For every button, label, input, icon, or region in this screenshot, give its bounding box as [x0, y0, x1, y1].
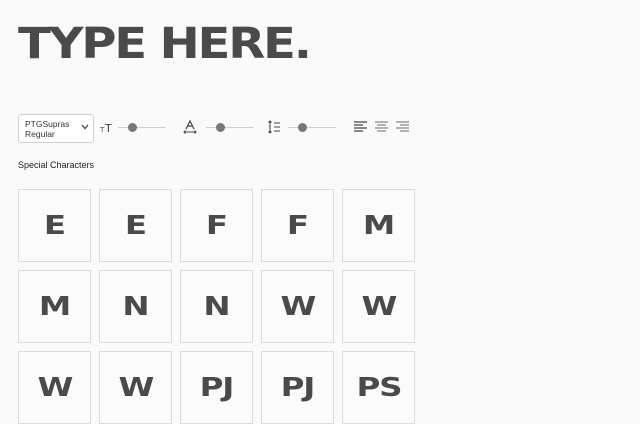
font-size-slider[interactable] [118, 123, 166, 132]
glyph-cell[interactable]: W [18, 351, 91, 424]
svg-text:T: T [104, 122, 112, 134]
glyph-character: PS [356, 372, 402, 403]
glyph-cell[interactable]: M [18, 270, 91, 343]
glyph-character: F [287, 210, 309, 241]
glyph-cell[interactable]: E [18, 189, 91, 262]
align-right-icon[interactable] [396, 121, 409, 133]
line-height-slider-handle[interactable] [297, 123, 307, 132]
glyph-character: M [362, 210, 395, 241]
font-select[interactable]: PTGSupras Regular [18, 114, 94, 143]
glyph-character: W [280, 291, 316, 322]
glyph-character: W [37, 372, 73, 403]
glyph-cell[interactable]: W [342, 270, 415, 343]
text-size-icon: T T [100, 122, 112, 134]
glyph-character: W [361, 291, 397, 322]
glyph-cell[interactable]: N [180, 270, 253, 343]
preview-text[interactable]: TYPE HERE. [18, 18, 312, 70]
align-left-icon[interactable] [354, 121, 367, 133]
letter-spacing-slider[interactable] [206, 123, 254, 132]
glyph-character: N [203, 291, 231, 322]
glyph-character: N [122, 291, 150, 322]
glyph-cell[interactable]: PS [342, 351, 415, 424]
font-size-slider-handle[interactable] [127, 123, 137, 132]
glyph-character: PJ [199, 372, 235, 403]
glyph-character: M [38, 291, 71, 322]
letter-spacing-icon [183, 120, 197, 134]
line-height-icon [268, 120, 280, 134]
glyph-character: E [44, 210, 66, 241]
glyph-character: E [125, 210, 147, 241]
glyph-cell[interactable]: N [99, 270, 172, 343]
glyph-character: PJ [280, 372, 316, 403]
glyph-cell[interactable]: PJ [261, 351, 334, 424]
glyph-character: W [118, 372, 154, 403]
glyph-cell[interactable]: M [342, 189, 415, 262]
glyph-cell[interactable]: F [180, 189, 253, 262]
chevron-down-icon [81, 124, 89, 130]
font-select-value: PTGSupras Regular [25, 119, 70, 139]
glyph-character: F [206, 210, 228, 241]
glyph-cell[interactable]: W [99, 351, 172, 424]
glyph-cell[interactable]: E [99, 189, 172, 262]
glyph-cell[interactable]: F [261, 189, 334, 262]
glyph-cell[interactable]: W [261, 270, 334, 343]
glyph-cell[interactable]: PJ [180, 351, 253, 424]
type-toolbar: PTGSupras Regular T T [18, 114, 412, 143]
letter-spacing-slider-handle[interactable] [215, 123, 225, 132]
special-characters-heading: Special Characters [18, 160, 95, 170]
align-center-icon[interactable] [375, 121, 388, 133]
line-height-slider[interactable] [288, 123, 336, 132]
